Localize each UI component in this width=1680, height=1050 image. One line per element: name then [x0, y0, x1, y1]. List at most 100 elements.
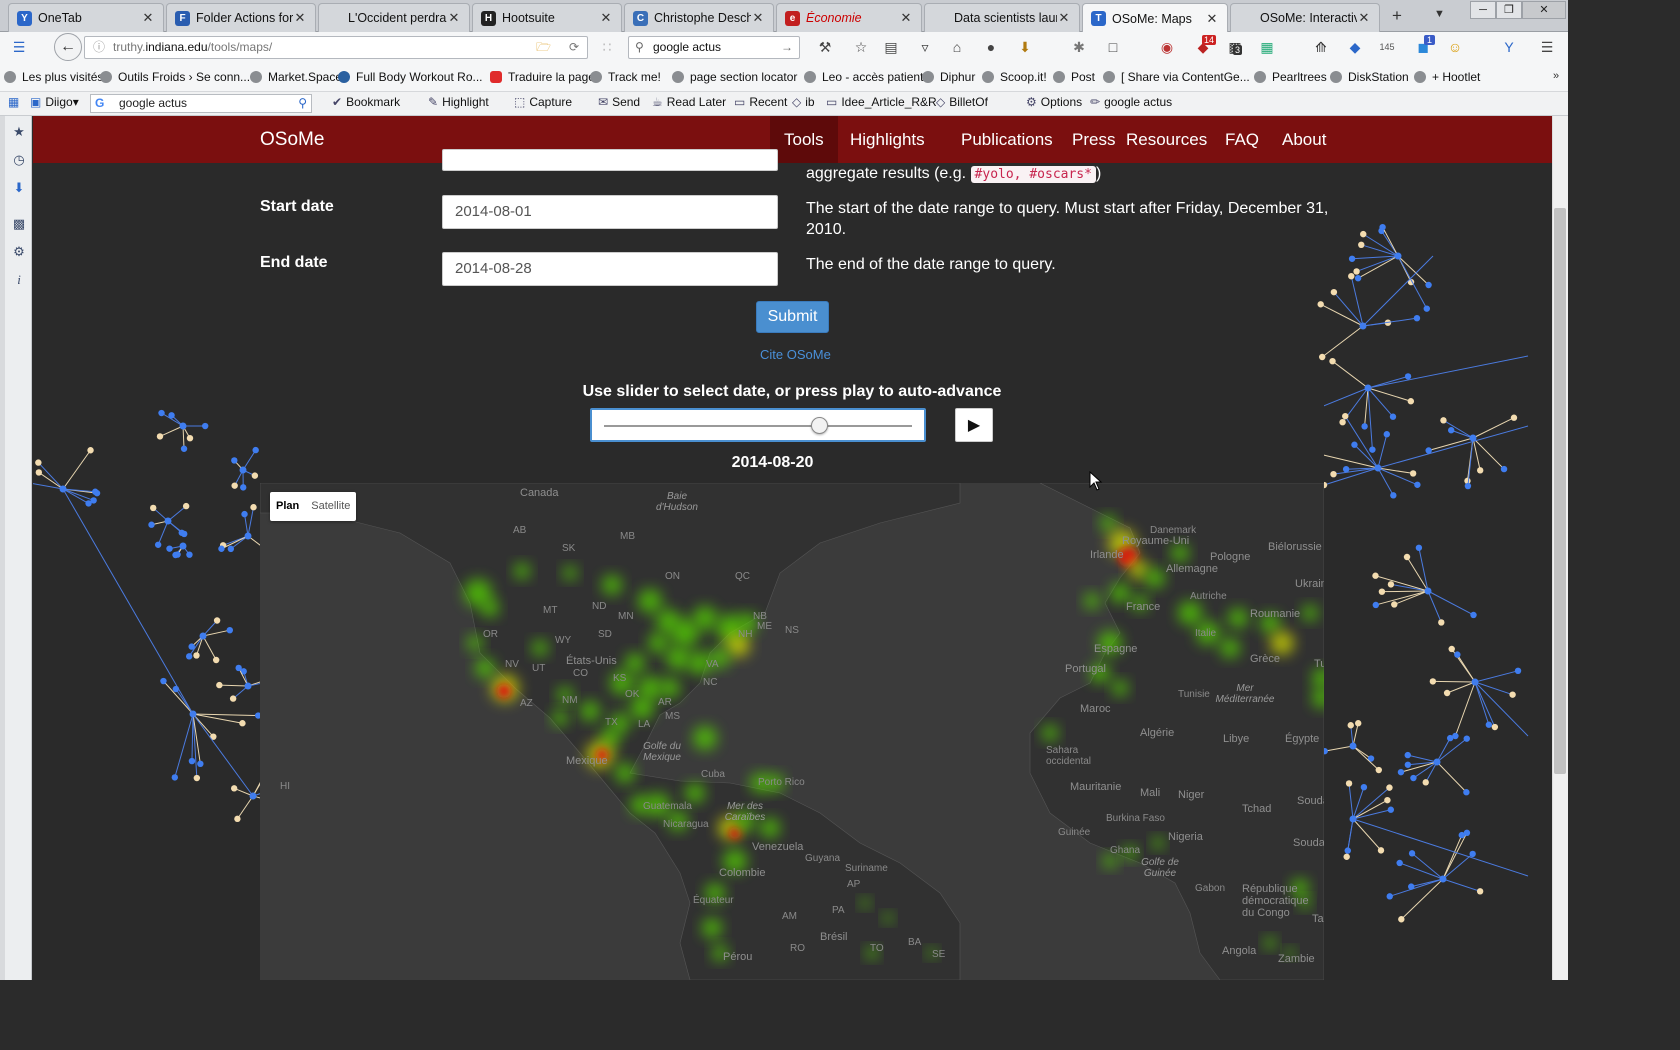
bookmark-item[interactable]: Scoop.it!: [982, 70, 1047, 84]
diigo-toolbar-item[interactable]: ☕ Read Later: [652, 95, 726, 109]
browser-tab[interactable]: L'Occident perdra ? ✕: [318, 3, 470, 32]
bookmark-item[interactable]: page section locator: [672, 70, 797, 84]
submit-button[interactable]: Submit: [756, 301, 829, 333]
diigo-search-input[interactable]: G google actus ⚲: [90, 94, 312, 113]
bookmark-item[interactable]: Traduire la page: [490, 70, 595, 84]
site-brand[interactable]: OSoMe: [260, 129, 324, 151]
end-date-input[interactable]: 2014-08-28: [442, 252, 778, 286]
browser-tab[interactable]: H Hootsuite ✕: [472, 3, 622, 32]
date-slider[interactable]: [590, 408, 926, 442]
heatmap[interactable]: Canada Baie d'Hudson AB SK MB ON QC MT ND MN OR WY S…: [260, 483, 1324, 980]
bookmark-item[interactable]: Diphur: [922, 70, 975, 84]
bookmark-item[interactable]: Market.Space: [250, 70, 342, 84]
reload-icon[interactable]: ⟳: [569, 37, 579, 58]
addon-icon-4[interactable]: ▦: [1258, 38, 1276, 56]
diigo-toolbar-item[interactable]: ✔ Bookmark: [332, 95, 400, 109]
slider-handle[interactable]: [810, 417, 828, 434]
nav-highlights[interactable]: Highlights: [836, 116, 939, 163]
browser-tab[interactable]: C Christophe Desch...✕: [624, 3, 774, 32]
tab-close-icon[interactable]: ✕: [599, 10, 613, 26]
tab-close-icon[interactable]: ✕: [1205, 11, 1219, 27]
play-button[interactable]: ▶: [955, 408, 993, 442]
tab-close-icon[interactable]: ✕: [447, 10, 461, 26]
addon-icon-5[interactable]: ⟰: [1312, 38, 1330, 56]
extension-icon[interactable]: ⚒: [816, 38, 834, 56]
browser-tab[interactable]: e Économie ✕: [776, 3, 922, 32]
downloads-sidebar-icon[interactable]: ⬇: [11, 180, 27, 196]
diigo-toolbar-item[interactable]: ▭ Idee_Article_R&R: [826, 95, 937, 109]
start-date-input[interactable]: 2014-08-01: [442, 195, 778, 229]
diigo-search-icon[interactable]: ⚲: [298, 95, 307, 112]
addon-counter-icon[interactable]: 145: [1378, 38, 1396, 56]
addon-icon-6[interactable]: ◆: [1346, 38, 1364, 56]
restore-icon[interactable]: ❐: [1496, 1, 1522, 19]
browser-tab[interactable]: F Folder Actions for... ✕: [166, 3, 316, 32]
home-icon[interactable]: ⌂: [948, 38, 966, 56]
nav-resources[interactable]: Resources: [1112, 116, 1221, 163]
nav-publications[interactable]: Publications: [947, 116, 1067, 163]
browser-tab[interactable]: T OSoMe: Maps ✕: [1082, 3, 1228, 33]
search-bar[interactable]: ⚲ google actus →: [628, 36, 800, 59]
cite-link[interactable]: Cite OSoMe: [760, 347, 831, 362]
bookmark-item[interactable]: Pearltrees: [1254, 70, 1327, 84]
info-sidebar-icon[interactable]: i: [11, 272, 27, 288]
diigo-sidebar-icon[interactable]: ▦: [8, 95, 19, 109]
chat-icon[interactable]: ●: [982, 38, 1000, 56]
folder-icon[interactable]: 🗁: [536, 37, 551, 58]
diigo-toolbar-item[interactable]: ✉ Send: [598, 95, 640, 109]
bookmarks-sidebar-icon[interactable]: ★: [11, 124, 27, 140]
bookmark-item[interactable]: Full Body Workout Ro...: [338, 70, 483, 84]
map-type-satellite[interactable]: Satellite: [305, 492, 356, 521]
bookmark-item[interactable]: Post: [1053, 70, 1095, 84]
diigo-toolbar-item[interactable]: ▭ Recent: [734, 95, 787, 109]
bookmark-item[interactable]: Leo - accès patient: [804, 70, 923, 84]
search-go-icon[interactable]: →: [781, 37, 793, 58]
download-icon[interactable]: ⬇: [1016, 38, 1034, 56]
history-sidebar-icon[interactable]: ◷: [11, 152, 27, 168]
menu-icon[interactable]: ☰: [1538, 38, 1556, 56]
nav-about[interactable]: About: [1268, 116, 1340, 163]
bookmark-star-icon[interactable]: ☆: [852, 38, 870, 56]
scrollbar-thumb[interactable]: [1554, 208, 1566, 774]
diigo-toolbar-item[interactable]: ⚙ Options: [1026, 95, 1082, 109]
tab-close-icon[interactable]: ✕: [1357, 10, 1371, 26]
rss-icon[interactable]: ∷: [598, 38, 616, 56]
tab-close-icon[interactable]: ✕: [293, 10, 307, 26]
new-tab-button[interactable]: +: [1392, 6, 1402, 26]
bookmark-item[interactable]: Les plus visités: [4, 70, 103, 84]
browser-tab[interactable]: OSoMe: Interactive Ne...✕: [1230, 3, 1380, 32]
diigo-toolbar-item[interactable]: ✎ Highlight: [428, 95, 489, 109]
url-bar[interactable]: ⓘ truthy.indiana.edu/tools/maps/ 🗁 ⟳: [84, 36, 588, 59]
site-info-icon[interactable]: ⓘ: [93, 37, 105, 58]
list-all-tabs-icon[interactable]: ▼: [1434, 8, 1445, 20]
back-button[interactable]: ←: [54, 33, 82, 61]
addon-icon-1[interactable]: ✱: [1070, 38, 1088, 56]
diigo-brand[interactable]: ▣ Diigo ▾: [30, 95, 79, 109]
settings-sidebar-icon[interactable]: ⚙: [11, 244, 27, 260]
tab-close-icon[interactable]: ✕: [1057, 10, 1071, 26]
nav-tools[interactable]: Tools: [770, 116, 838, 163]
addons-sidebar-icon[interactable]: ▩: [11, 216, 27, 232]
hashtag-input[interactable]: [442, 149, 778, 171]
map-type-plan[interactable]: Plan: [270, 492, 305, 521]
close-window-icon[interactable]: ✕: [1522, 1, 1566, 19]
addon-icon-8[interactable]: ☺: [1446, 38, 1464, 56]
diigo-icon[interactable]: Y: [1500, 38, 1518, 56]
diigo-toolbar-item[interactable]: ✏ google actus: [1090, 95, 1172, 109]
bookmark-item[interactable]: Outils Froids › Se conn...: [100, 70, 250, 84]
browser-tab[interactable]: Data scientists launch ...✕: [924, 3, 1080, 32]
diigo-toolbar-item[interactable]: ◇ ib: [792, 95, 815, 109]
bookmark-item[interactable]: DiskStation: [1330, 70, 1409, 84]
tab-close-icon[interactable]: ✕: [141, 10, 155, 26]
nav-faq[interactable]: FAQ: [1211, 116, 1273, 163]
diigo-toolbar-item[interactable]: ⬚ Capture: [514, 95, 572, 109]
addon-icon-2[interactable]: ◉: [1158, 38, 1176, 56]
pocket-icon[interactable]: ▿: [916, 38, 934, 56]
bookmark-item[interactable]: [ Share via ContentGe...: [1103, 70, 1250, 84]
bookmarks-menu-icon[interactable]: ▤: [882, 38, 900, 56]
diigo-menu-icon[interactable]: ☰: [10, 38, 28, 56]
diigo-toolbar-item[interactable]: ◇ BilletOf: [936, 95, 988, 109]
minimize-icon[interactable]: ─: [1470, 1, 1496, 19]
bookmark-item[interactable]: Track me!: [590, 70, 661, 84]
clipboard-icon[interactable]: □: [1104, 38, 1122, 56]
